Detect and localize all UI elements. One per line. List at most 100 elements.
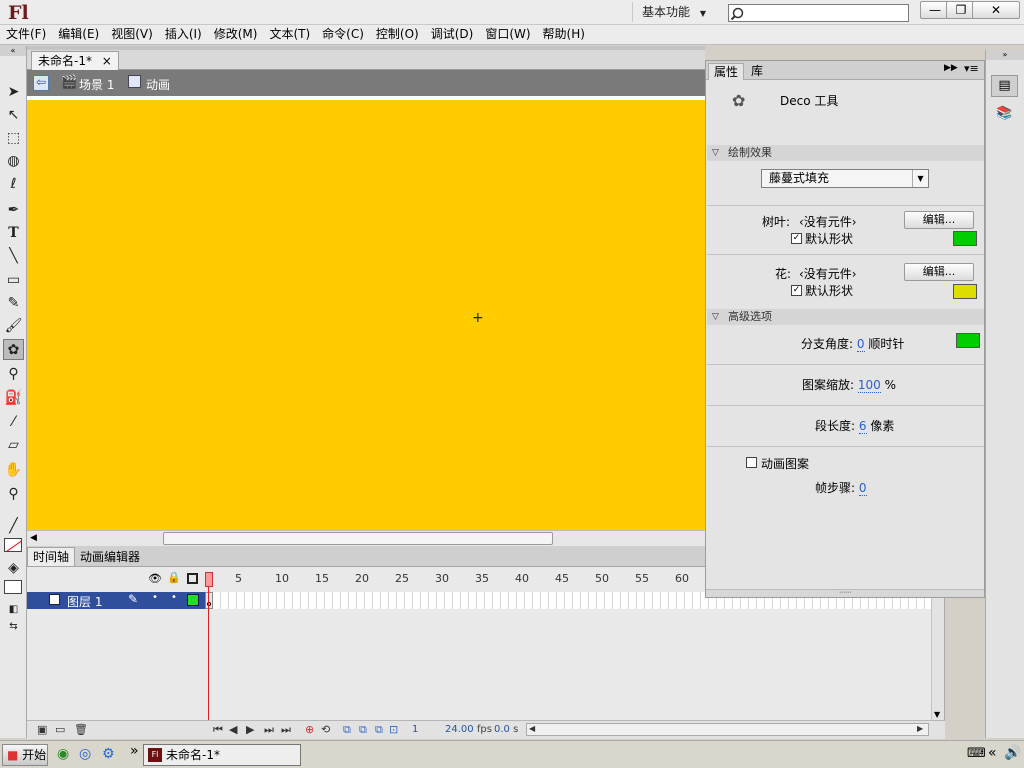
effect-select[interactable]: 藤蔓式填充 ▼ bbox=[761, 169, 929, 188]
scene-label[interactable]: 场景 1 bbox=[79, 76, 114, 93]
free-transform-tool-icon[interactable]: ⬚ bbox=[3, 128, 24, 149]
playhead[interactable] bbox=[205, 572, 213, 587]
lasso-tool-icon[interactable]: ℓ bbox=[3, 174, 24, 195]
leaf-color-swatch[interactable] bbox=[953, 231, 977, 246]
animate-pattern-checkbox[interactable] bbox=[746, 457, 757, 468]
browser-icon[interactable]: ◎ bbox=[79, 746, 91, 762]
section-advanced[interactable]: ▽ 高级选项 bbox=[707, 309, 984, 325]
eyedropper-tool-icon[interactable]: ⁄ bbox=[3, 412, 24, 433]
menu-commands[interactable]: 命令(C) bbox=[316, 25, 370, 45]
layer-name[interactable]: 图层 1 bbox=[67, 593, 102, 610]
menu-file[interactable]: 文件(F) bbox=[0, 25, 52, 45]
expand-panel-icon[interactable]: ▶▶ bbox=[944, 63, 958, 73]
stage-horizontal-scrollbar[interactable]: ◀ bbox=[27, 530, 705, 546]
new-folder-icon[interactable]: ▭ bbox=[55, 723, 65, 736]
flower-color-swatch[interactable] bbox=[953, 284, 977, 299]
collapse-icon[interactable]: « bbox=[0, 46, 26, 56]
last-frame-icon[interactable]: ⏭ bbox=[281, 723, 291, 737]
frame-rate[interactable]: 24.00 fps bbox=[445, 724, 492, 735]
start-button[interactable]: ■ 开始 bbox=[2, 744, 48, 766]
delete-layer-icon[interactable]: 🗑 bbox=[74, 723, 88, 736]
new-layer-icon[interactable]: ▣ bbox=[37, 723, 47, 736]
lock-dot-icon[interactable]: • bbox=[171, 592, 177, 603]
zoom-tool-icon[interactable]: ⚲ bbox=[3, 484, 24, 505]
flower-edit-button[interactable]: 编辑... bbox=[904, 263, 974, 281]
center-frame-icon[interactable]: ⊕ bbox=[305, 723, 314, 736]
scroll-left-icon[interactable]: ◀ bbox=[30, 533, 37, 543]
keyboard-icon[interactable]: ⌨ bbox=[967, 746, 986, 761]
line-tool-icon[interactable]: ╲ bbox=[3, 246, 24, 267]
panel-resize-grip[interactable]: ⋯⋯ bbox=[706, 589, 984, 597]
quicklaunch-more[interactable]: » bbox=[130, 743, 139, 759]
workspace-switcher[interactable]: 基本功能 ▼ bbox=[632, 2, 714, 22]
properties-panel-icon[interactable]: ▤ bbox=[991, 75, 1018, 97]
document-tab[interactable]: 未命名-1* × bbox=[31, 51, 119, 70]
3d-rotation-tool-icon[interactable]: ◍ bbox=[3, 151, 24, 172]
pencil-tool-icon[interactable]: ✎ bbox=[3, 293, 24, 314]
timeline-vertical-scrollbar[interactable]: ▼ bbox=[931, 592, 944, 720]
edit-multiple-icon[interactable]: ⧉ bbox=[375, 723, 383, 737]
outline-icon[interactable] bbox=[187, 573, 198, 584]
flower-default-checkbox[interactable]: ✓ bbox=[791, 285, 802, 296]
brush-tool-icon[interactable]: 🖌 bbox=[3, 316, 24, 337]
text-tool-icon[interactable]: T bbox=[3, 223, 24, 244]
taskbar-item-flash[interactable]: Fl 未命名-1* bbox=[143, 744, 301, 766]
subselection-tool-icon[interactable]: ↖ bbox=[3, 105, 24, 126]
first-frame-icon[interactable]: ⏮ bbox=[213, 723, 223, 737]
library-panel-icon[interactable]: 📚 bbox=[991, 104, 1018, 126]
visible-dot-icon[interactable]: • bbox=[152, 592, 158, 603]
eye-icon[interactable]: 👁 bbox=[148, 572, 162, 585]
menu-edit[interactable]: 编辑(E) bbox=[52, 25, 105, 45]
deco-tool-icon[interactable]: ✿ bbox=[3, 339, 24, 360]
branch-angle-value[interactable]: 0 bbox=[856, 337, 865, 352]
media-player-icon[interactable]: ◉ bbox=[57, 746, 69, 762]
pen-tool-icon[interactable]: ✒ bbox=[3, 200, 24, 221]
menu-text[interactable]: 文本(T) bbox=[263, 25, 316, 45]
panel-menu-icon[interactable]: ▾≡ bbox=[964, 62, 979, 75]
expand-panels-icon[interactable]: » bbox=[986, 50, 1024, 60]
tab-motion-editor[interactable]: 动画编辑器 bbox=[75, 548, 145, 567]
layer-row[interactable]: 图层 1 ✎ • • bbox=[27, 592, 205, 609]
frame-step-value[interactable]: 0 bbox=[858, 481, 867, 496]
prev-frame-icon[interactable]: ◀ bbox=[229, 723, 237, 736]
segment-length-value[interactable]: 6 bbox=[858, 419, 867, 434]
pattern-scale-value[interactable]: 100 bbox=[857, 378, 881, 393]
tab-library[interactable]: 库 bbox=[746, 63, 768, 80]
stroke-color-icon[interactable]: ╱ bbox=[3, 516, 24, 537]
fill-color-swatch[interactable] bbox=[4, 580, 22, 594]
rectangle-tool-icon[interactable]: ▭ bbox=[3, 270, 24, 291]
menu-help[interactable]: 帮助(H) bbox=[537, 25, 591, 45]
stroke-color-swatch[interactable] bbox=[4, 538, 22, 552]
next-frame-icon[interactable]: ⏭ bbox=[264, 723, 274, 737]
onion-outline-icon[interactable]: ⧉ bbox=[359, 723, 367, 737]
symbol-label[interactable]: 动画 bbox=[146, 76, 170, 93]
scroll-right-icon[interactable]: ▶ bbox=[917, 724, 923, 733]
menu-view[interactable]: 视图(V) bbox=[105, 25, 159, 45]
fill-color-icon[interactable]: ◈ bbox=[3, 558, 24, 579]
section-draw-effect[interactable]: ▽ 绘制效果 bbox=[707, 145, 984, 161]
branch-color-swatch[interactable] bbox=[956, 333, 980, 348]
leaf-default-checkbox[interactable]: ✓ bbox=[791, 233, 802, 244]
close-button[interactable]: ✕ bbox=[972, 1, 1020, 19]
onion-skin-icon[interactable]: ⧉ bbox=[343, 723, 351, 737]
selection-tool-icon[interactable]: ➤ bbox=[3, 82, 24, 103]
onion-markers-icon[interactable]: ⊡ bbox=[389, 723, 398, 736]
menu-insert[interactable]: 插入(I) bbox=[159, 25, 208, 45]
loop-icon[interactable]: ⟲ bbox=[321, 723, 330, 736]
outline-color-swatch[interactable] bbox=[187, 594, 199, 606]
stage[interactable]: + bbox=[27, 96, 705, 530]
menu-window[interactable]: 窗口(W) bbox=[479, 25, 536, 45]
menu-debug[interactable]: 调试(D) bbox=[425, 25, 480, 45]
scroll-down-icon[interactable]: ▼ bbox=[934, 710, 940, 719]
play-icon[interactable]: ▶ bbox=[246, 723, 254, 736]
scroll-left-icon[interactable]: ◀ bbox=[529, 724, 535, 733]
close-tab-icon[interactable]: × bbox=[102, 54, 112, 68]
menu-control[interactable]: 控制(O) bbox=[370, 25, 425, 45]
bone-tool-icon[interactable]: ⚲ bbox=[3, 364, 24, 385]
tab-properties[interactable]: 属性 bbox=[708, 63, 745, 80]
hand-tool-icon[interactable]: ✋ bbox=[3, 460, 24, 481]
keyframe[interactable] bbox=[205, 592, 213, 609]
tray-expand-icon[interactable]: « bbox=[988, 745, 997, 761]
lock-icon[interactable]: 🔒 bbox=[167, 571, 181, 584]
settings-icon[interactable]: ⚙ bbox=[102, 746, 115, 762]
